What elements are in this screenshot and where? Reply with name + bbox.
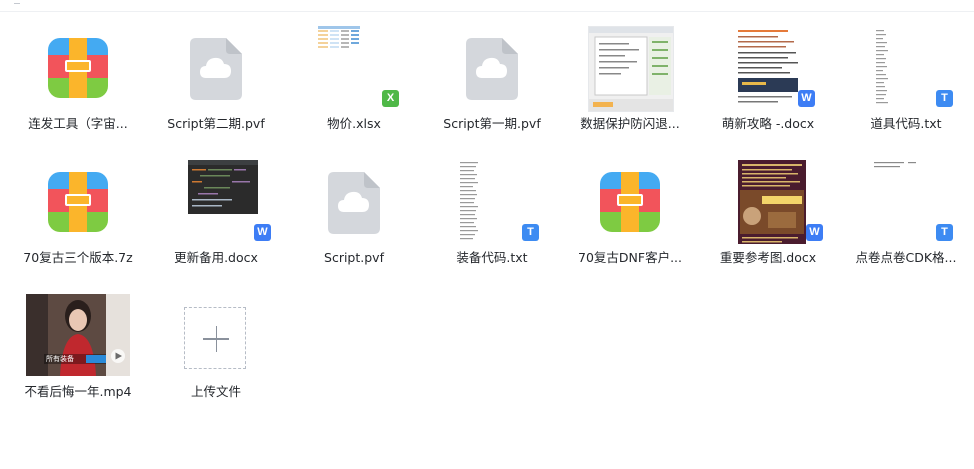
file-item-archive-2[interactable]: 70复古三个版本.7z [10,156,146,281]
file-item-pvf-2[interactable]: Script第二期.pvf [148,22,284,147]
file-name: 连发工具（字宙... [28,116,128,131]
screenshot-thumbnail [588,26,674,112]
file-name: Script第二期.pvf [167,116,265,131]
file-name: 70复古三个版本.7z [23,250,133,265]
file-item-txt-1[interactable]: T 道具代码.txt [838,22,974,147]
file-item-txt-3[interactable]: T 点卷点卷CDK格... [838,156,974,281]
cloud-file-icon [466,38,518,100]
cloud-file-icon [328,172,380,234]
file-name: 不看后悔一年.mp4 [24,384,132,399]
file-item-archive-1[interactable]: 连发工具（字宙... [10,22,146,147]
video-thumbnail: 所有装备 [26,294,130,376]
file-name: 更新备用.docx [174,250,258,265]
txt-badge-icon: T [522,224,539,241]
txt-badge-icon: T [936,224,953,241]
file-name: 萌新攻略 -.docx [721,116,815,131]
upload-file-button[interactable]: 上传文件 [148,290,284,415]
txt-badge-icon: T [936,90,953,107]
file-name: 物价.xlsx [327,116,381,131]
cloud-file-icon [190,38,242,100]
docx-thumbnail [188,160,258,214]
docx-thumbnail [734,26,806,110]
upload-label: 上传文件 [190,384,241,399]
file-name: 数据保护防闪退... [580,116,680,131]
file-name: 重要参考图.docx [719,250,817,265]
txt-thumbnail [458,160,530,244]
file-item-txt-2[interactable]: T 装备代码.txt [424,156,560,281]
file-item-screenshot[interactable]: 数据保护防闪退... [562,22,698,147]
word-badge-icon: W [254,224,271,241]
file-name: 装备代码.txt [456,250,528,265]
file-name: Script.pvf [324,250,384,265]
header-divider [0,11,974,12]
file-item-xlsx[interactable]: X 物价.xlsx [286,22,422,147]
file-item-pvf-3[interactable]: Script.pvf [286,156,422,281]
file-name: 70复古DNF客户... [578,250,682,265]
file-item-docx-2[interactable]: W 更新备用.docx [148,156,284,281]
breadcrumb-fragment [14,0,20,4]
archive-icon [600,172,660,232]
file-name: 点卷点卷CDK格... [855,250,957,265]
file-item-archive-3[interactable]: 70复古DNF客户... [562,156,698,281]
word-badge-icon: W [798,90,815,107]
txt-thumbnail [872,160,944,244]
file-item-docx-1[interactable]: W 萌新攻略 -.docx [700,22,836,147]
xlsx-thumbnail [318,26,360,54]
plus-icon [184,307,246,369]
docx-thumbnail [738,160,806,244]
word-badge-icon: W [806,224,823,241]
txt-thumbnail [872,26,944,110]
archive-icon [48,38,108,98]
file-name: 道具代码.txt [870,116,942,131]
video-caption: 所有装备 [46,355,74,363]
file-item-pvf-1[interactable]: Script第一期.pvf [424,22,560,147]
file-name: Script第一期.pvf [443,116,541,131]
excel-badge-icon: X [382,90,399,107]
file-grid: 连发工具（字宙... Script第二期.pvf X 物价.xlsx Scrip… [10,22,970,462]
file-item-video[interactable]: 所有装备 不看后悔一年.mp4 [10,290,146,415]
file-item-docx-3[interactable]: W 重要参考图.docx [700,156,836,281]
archive-icon [48,172,108,232]
